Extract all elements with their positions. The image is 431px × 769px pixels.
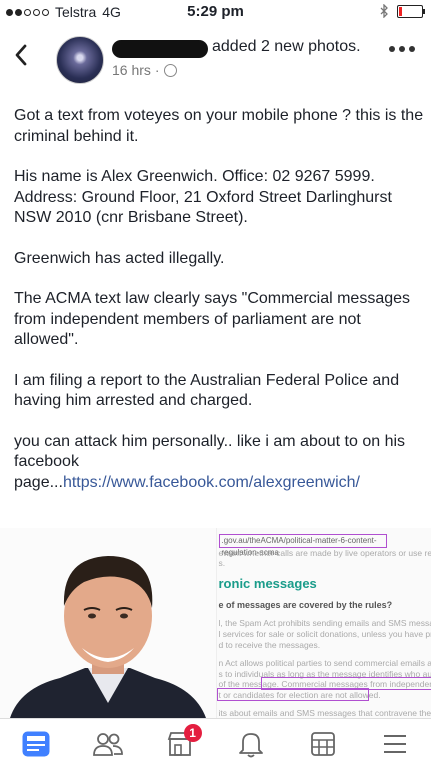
bluetooth-icon bbox=[380, 4, 389, 18]
screenshot-line: n Act allows political parties to send c… bbox=[219, 658, 431, 668]
post-paragraph: The ACMA text law clearly says "Commerci… bbox=[14, 289, 424, 351]
photo-portrait[interactable] bbox=[0, 528, 216, 718]
timestamp[interactable]: 16 hrs bbox=[112, 62, 151, 78]
post-paragraph: I am filing a report to the Australian F… bbox=[14, 371, 424, 412]
tab-notifications[interactable] bbox=[231, 724, 271, 764]
screenshot-line: ewant whether calls are made by live ope… bbox=[219, 548, 431, 558]
post-meta: 16 hrs · bbox=[112, 62, 177, 78]
post-action-text: added 2 new photos. bbox=[212, 38, 361, 56]
tab-menu[interactable] bbox=[375, 724, 415, 764]
dot-icon bbox=[389, 46, 395, 52]
highlight-box bbox=[217, 688, 369, 701]
screenshot-url: .gov.au/theACMA/political-matter-6-conte… bbox=[219, 534, 387, 548]
news-feed-icon bbox=[22, 731, 50, 757]
chevron-left-icon bbox=[14, 43, 28, 67]
globe-icon bbox=[164, 64, 177, 77]
tab-shortcuts[interactable] bbox=[303, 724, 343, 764]
photo-screenshot[interactable]: .gov.au/theACMA/political-matter-6-conte… bbox=[216, 528, 431, 718]
screenshot-line: l services for sale or solicit donations… bbox=[219, 629, 431, 639]
post-paragraph-with-link: you can attack him personally.. like i a… bbox=[14, 432, 424, 494]
grid-icon bbox=[310, 731, 336, 757]
photo-grid: .gov.au/theACMA/political-matter-6-conte… bbox=[0, 528, 431, 718]
battery-icon bbox=[397, 5, 423, 18]
redacted-name bbox=[112, 40, 208, 58]
screenshot-line: l, the Spam Act prohibits sending emails… bbox=[219, 618, 431, 628]
post-paragraph: Got a text from voteyes on your mobile p… bbox=[14, 106, 424, 147]
post-paragraph: Greenwich has acted illegally. bbox=[14, 249, 424, 270]
screenshot-line: d to receive the messages. bbox=[219, 640, 321, 650]
notification-badge: 1 bbox=[184, 724, 202, 742]
portrait-image bbox=[0, 528, 216, 718]
screenshot-line: s. bbox=[219, 558, 226, 568]
dot-icon bbox=[409, 46, 415, 52]
post-body: Got a text from voteyes on your mobile p… bbox=[14, 106, 424, 513]
post-paragraph: His name is Alex Greenwich. Office: 02 9… bbox=[14, 167, 424, 229]
back-button[interactable] bbox=[14, 42, 28, 74]
friends-icon bbox=[93, 731, 123, 757]
avatar[interactable] bbox=[56, 36, 104, 84]
more-options-button[interactable] bbox=[389, 46, 415, 52]
bell-icon bbox=[238, 730, 264, 758]
screenshot-line: its about emails and SMS messages that c… bbox=[219, 708, 431, 718]
facebook-link[interactable]: https://www.facebook.com/alexgreenwich/ bbox=[63, 474, 360, 491]
tab-news-feed[interactable] bbox=[16, 724, 56, 764]
dot-icon bbox=[399, 46, 405, 52]
screenshot-question: e of messages are covered by the rules? bbox=[219, 600, 393, 610]
screenshot-heading: ronic messages bbox=[219, 576, 317, 591]
status-right bbox=[380, 4, 423, 18]
clock: 5:29 pm bbox=[0, 3, 431, 20]
tab-bar: 1 bbox=[0, 718, 431, 769]
separator: · bbox=[155, 62, 160, 78]
post-header: added 2 new photos. 16 hrs · bbox=[0, 28, 431, 98]
status-bar: Telstra 4G 5:29 pm bbox=[0, 0, 431, 24]
tab-marketplace[interactable]: 1 bbox=[160, 724, 200, 764]
tab-friends[interactable] bbox=[88, 724, 128, 764]
hamburger-menu-icon bbox=[382, 733, 408, 755]
